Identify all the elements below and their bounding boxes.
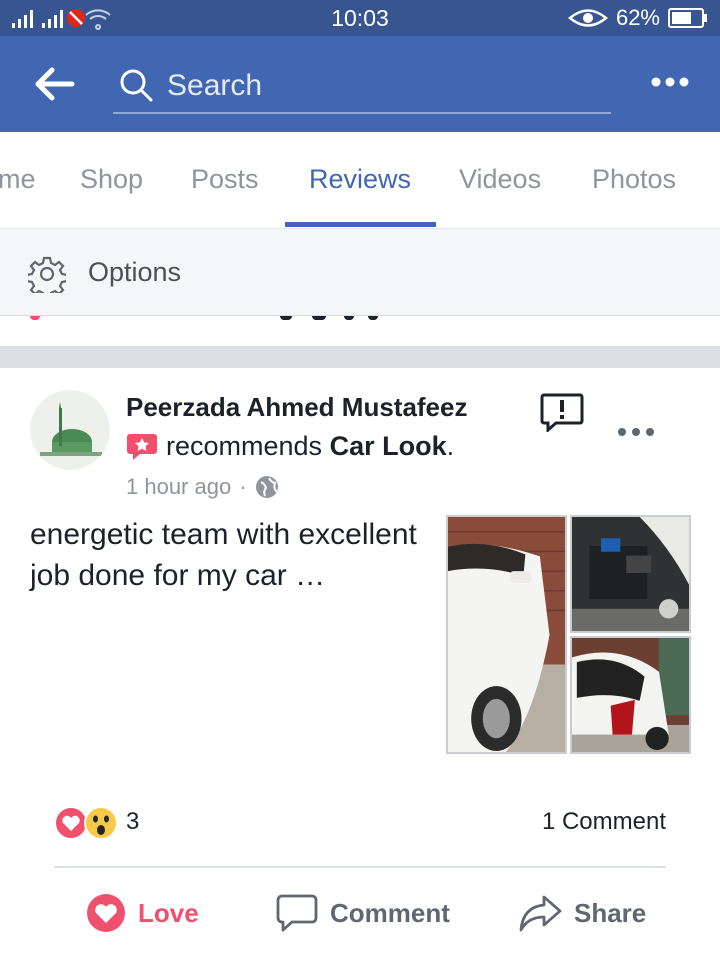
status-bar: 10:03 62% [0,0,720,36]
report-icon[interactable] [540,392,584,432]
avatar[interactable] [30,390,110,470]
post-photo-3[interactable] [570,636,691,754]
tab-reviews[interactable]: Reviews [309,164,411,195]
review-post: Peerzada Ahmed Mustafeez recommends Car … [0,368,720,968]
active-tab-indicator [285,222,436,227]
more-icon[interactable] [650,72,690,92]
recommends-text: recommends [166,430,323,461]
comment-label: Comment [330,897,450,928]
share-label: Share [574,897,647,928]
tab-videos[interactable]: Videos [459,164,541,195]
battery-percent: 62% [615,5,660,30]
comments-count[interactable]: 1 Comment [542,808,666,836]
page-tabs: me Shop Posts Reviews Videos Photos [0,132,720,228]
post-photo-2[interactable] [570,515,691,633]
globe-icon [255,476,278,498]
page-name-suffix: . [446,430,455,461]
tab-home[interactable]: me [0,164,36,195]
back-arrow-icon[interactable] [32,64,78,104]
share-button[interactable]: Share [518,886,646,940]
feed-divider [0,346,720,368]
previous-post-peek [0,316,720,346]
wow-reaction-icon [84,806,118,840]
battery-icon [668,8,707,28]
post-more-icon[interactable] [617,424,655,440]
comment-icon [276,894,318,932]
eye-icon [567,9,608,27]
post-text[interactable]: energetic team with excellent job done f… [30,514,430,596]
tab-photos[interactable]: Photos [592,164,676,195]
page-name-link[interactable]: Car Look [330,431,447,462]
search-box[interactable] [113,58,611,114]
meta-separator: · [239,474,247,499]
recommend-badge-icon [127,434,157,460]
gear-icon [28,256,66,293]
love-label: Love [138,897,199,928]
reactions-summary[interactable]: 3 1 Comment [54,806,666,846]
heart-icon [87,894,125,932]
share-icon [519,895,562,932]
options-bar[interactable]: Options [0,228,720,316]
post-photo-1[interactable] [446,515,567,754]
tab-posts[interactable]: Posts [191,164,259,195]
post-timestamp[interactable]: 1 hour ago [126,474,231,500]
post-meta: 1 hour ago · [126,474,279,500]
actions-divider [54,866,666,868]
app-bar [0,36,720,132]
search-input[interactable] [167,64,597,108]
options-label: Options [88,257,182,287]
reactions-count: 3 [126,808,140,835]
search-icon [120,69,153,102]
love-reaction-icon [54,806,88,840]
tab-shop[interactable]: Shop [80,164,143,195]
love-button[interactable]: Love [86,886,199,940]
recommendation-line: recommends Car Look. [126,430,454,462]
author-name[interactable]: Peerzada Ahmed Mustafeez [126,392,467,423]
comment-button[interactable]: Comment [276,886,450,940]
